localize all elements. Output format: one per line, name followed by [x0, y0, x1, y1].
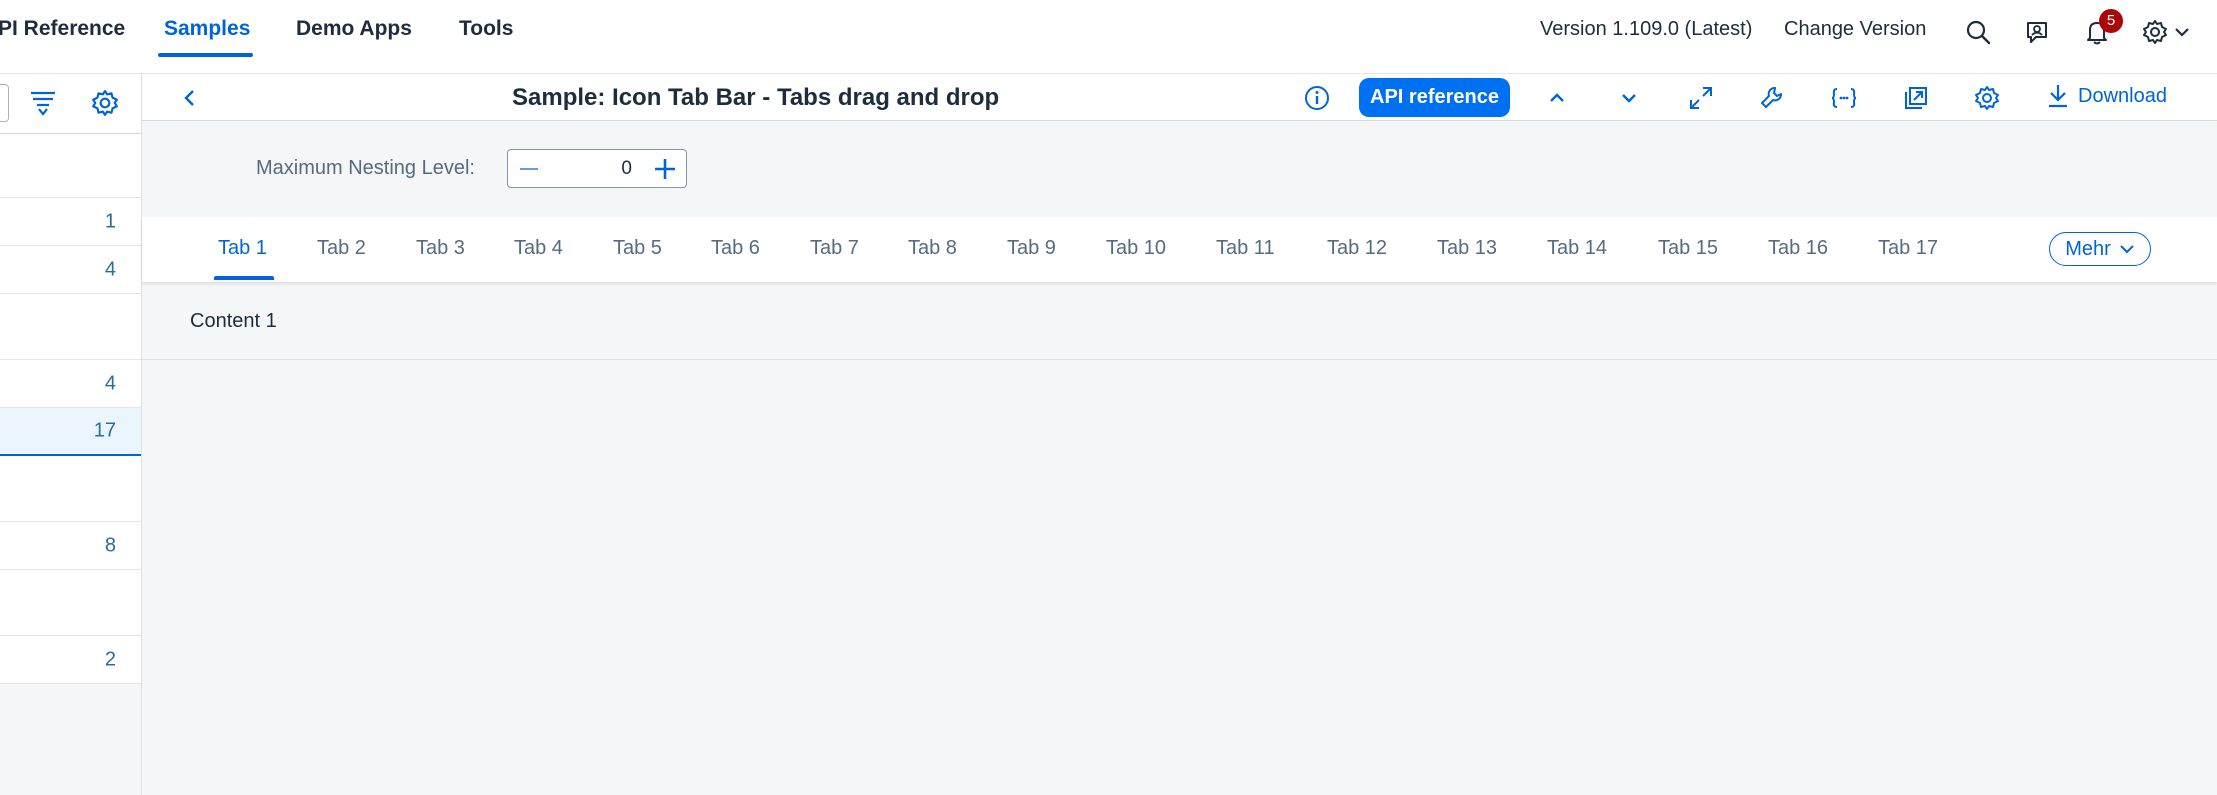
settings-menu-button[interactable] — [2142, 16, 2200, 48]
tab-16[interactable]: Tab 16 — [1768, 237, 1828, 260]
sidebar-tree: 1 4 4 17 8 2 — [0, 134, 141, 684]
tab-3[interactable]: Tab 3 — [416, 237, 465, 260]
nav-demo-apps[interactable]: Demo Apps — [296, 17, 412, 41]
code-icon[interactable] — [1826, 80, 1862, 116]
nesting-level-label: Maximum Nesting Level: — [256, 157, 475, 179]
shell-bar: PI Reference Samples Demo Apps Tools Ver… — [0, 0, 2217, 74]
tab-14[interactable]: Tab 14 — [1547, 237, 1607, 260]
tree-item[interactable] — [0, 294, 141, 360]
tab-15[interactable]: Tab 15 — [1658, 237, 1718, 260]
plus-icon — [653, 157, 677, 181]
change-version-link[interactable]: Change Version — [1784, 18, 1926, 41]
tree-item-count: 8 — [104, 534, 116, 556]
tree-item-count: 17 — [93, 419, 116, 442]
sample-header: Sample: Icon Tab Bar - Tabs drag and dro… — [142, 74, 2217, 121]
tree-item-count: 1 — [104, 210, 116, 232]
tree-item-count: 2 — [104, 648, 116, 670]
nesting-level-stepper: 0 — [507, 149, 687, 188]
wrench-icon[interactable] — [1754, 80, 1790, 116]
chevron-down-icon — [2119, 244, 2135, 254]
tab-11[interactable]: Tab 11 — [1216, 237, 1275, 260]
nesting-level-value[interactable]: 0 — [621, 158, 632, 180]
icon-tab-bar: Tab 1 Tab 2 Tab 3 Tab 4 Tab 5 Tab 6 Tab … — [142, 217, 2217, 282]
chevron-down-icon[interactable] — [1611, 80, 1647, 116]
tree-item[interactable]: 8 — [0, 522, 141, 570]
download-button[interactable]: Download — [2046, 83, 2167, 109]
tree-item[interactable] — [0, 570, 141, 636]
search-icon[interactable] — [1962, 16, 1994, 48]
tab-7[interactable]: Tab 7 — [810, 237, 859, 260]
tree-item-count: 4 — [104, 372, 116, 394]
tree-item-header[interactable] — [0, 134, 141, 198]
tab-10[interactable]: Tab 10 — [1106, 237, 1166, 260]
filter-icon[interactable] — [29, 89, 57, 117]
sidebar-toolbar — [0, 74, 141, 134]
tree-item[interactable] — [0, 456, 141, 522]
chevron-up-icon[interactable] — [1539, 80, 1575, 116]
feedback-icon[interactable] — [2021, 16, 2053, 48]
download-label: Download — [2078, 84, 2167, 107]
nav-active-indicator — [158, 53, 253, 57]
tab-5[interactable]: Tab 5 — [613, 237, 662, 260]
tree-item[interactable]: 4 — [0, 246, 141, 294]
more-tabs-button[interactable]: Mehr — [2049, 232, 2151, 266]
tab-4[interactable]: Tab 4 — [514, 237, 563, 260]
tab-17[interactable]: Tab 17 — [1878, 237, 1938, 260]
sidebar-search-input[interactable] — [0, 84, 9, 122]
api-reference-button[interactable]: API reference — [1359, 78, 1510, 117]
page-title: Sample: Icon Tab Bar - Tabs drag and dro… — [512, 84, 1000, 111]
chevron-down-icon — [2174, 26, 2190, 38]
tab-content: Content 1 — [142, 286, 2217, 360]
tree-item-selected[interactable]: 17 — [0, 408, 141, 456]
tab-6[interactable]: Tab 6 — [711, 237, 760, 260]
tab-2[interactable]: Tab 2 — [317, 237, 366, 260]
back-icon[interactable] — [172, 80, 208, 116]
sidebar-settings-icon[interactable] — [91, 89, 119, 117]
nav-api-reference[interactable]: PI Reference — [0, 17, 125, 41]
info-icon[interactable] — [1299, 80, 1335, 116]
more-label: Mehr — [2065, 237, 2111, 260]
settings-icon[interactable] — [1969, 80, 2005, 116]
decrement-button[interactable] — [514, 154, 544, 184]
tab-9[interactable]: Tab 9 — [1007, 237, 1056, 260]
tree-item[interactable]: 4 — [0, 360, 141, 408]
nav-samples[interactable]: Samples — [164, 17, 250, 41]
active-tab-indicator — [214, 276, 274, 280]
version-label: Version 1.109.0 (Latest) — [1540, 18, 1753, 40]
tab-12[interactable]: Tab 12 — [1327, 237, 1387, 260]
tab-content-text: Content 1 — [190, 310, 277, 332]
fullscreen-icon[interactable] — [1683, 80, 1719, 116]
tab-1[interactable]: Tab 1 — [218, 237, 267, 260]
tree-item-count: 4 — [104, 258, 116, 280]
gear-icon — [2142, 19, 2168, 45]
tree-item[interactable]: 2 — [0, 636, 141, 684]
tree-item[interactable]: 1 — [0, 198, 141, 246]
notification-badge: 5 — [2099, 9, 2123, 33]
open-new-window-icon[interactable] — [1898, 80, 1934, 116]
minus-icon — [518, 158, 540, 180]
increment-button[interactable] — [650, 154, 680, 184]
nav-tools[interactable]: Tools — [459, 17, 513, 41]
sidebar: 1 4 4 17 8 2 — [0, 74, 142, 795]
tab-8[interactable]: Tab 8 — [908, 237, 957, 260]
download-icon — [2046, 83, 2070, 109]
tab-13[interactable]: Tab 13 — [1437, 237, 1497, 260]
sample-page: Sample: Icon Tab Bar - Tabs drag and dro… — [142, 74, 2217, 795]
